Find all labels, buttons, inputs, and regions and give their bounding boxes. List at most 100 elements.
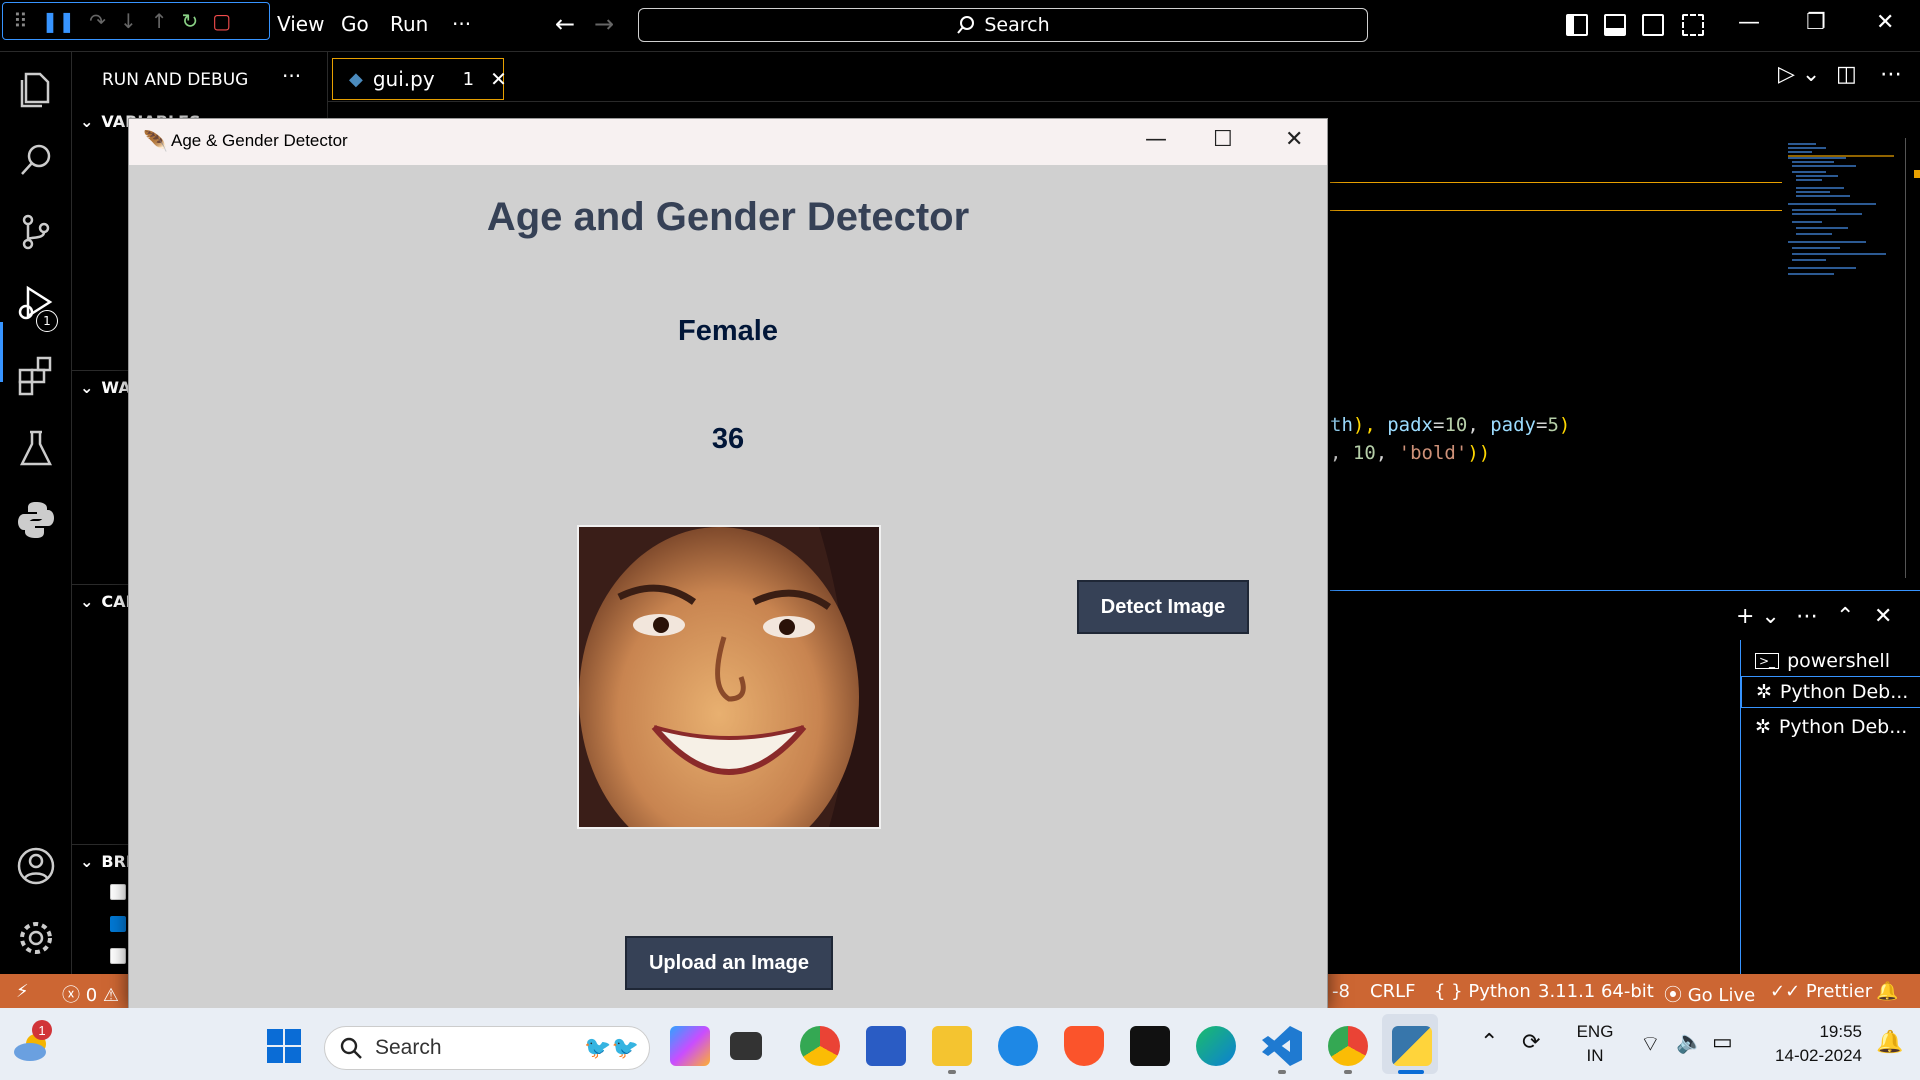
breakpoint-checkbox-checked[interactable] — [110, 916, 126, 932]
search-icon[interactable] — [14, 138, 58, 182]
edge-icon[interactable] — [1196, 1026, 1236, 1066]
taskbar-search[interactable]: Search 🐦🐦 — [324, 1026, 650, 1070]
remote-icon[interactable]: ⚡ — [16, 981, 29, 1002]
python-icon[interactable] — [14, 498, 58, 542]
eol-indicator[interactable]: CRLF — [1370, 981, 1415, 1002]
source-control-icon[interactable] — [14, 210, 58, 254]
input-language[interactable]: ENG — [1570, 1022, 1620, 1042]
close-icon[interactable]: ✕ — [490, 67, 507, 91]
close-panel-icon[interactable]: ✕ — [1874, 604, 1892, 629]
notifications-bell-icon[interactable]: 🔔 — [1876, 981, 1898, 1002]
active-view-indicator — [0, 322, 3, 382]
chrome-profile-icon[interactable] — [1328, 1026, 1368, 1066]
editor-tab-bar: ◆ gui.py 1 ✕ ▷ ⌄ ◫ ⋯ — [328, 52, 1920, 102]
drag-handle-icon[interactable]: ⠿ — [13, 11, 28, 31]
run-python-file-icon[interactable]: ▷ ⌄ — [1778, 62, 1820, 87]
chevron-down-icon: ⌄ — [80, 112, 94, 131]
language-mode[interactable]: { } Python — [1434, 981, 1531, 1002]
settings-gear-icon[interactable] — [14, 916, 58, 960]
encoding-tail[interactable]: -8 — [1332, 981, 1350, 1002]
editor-scrollbar[interactable] — [1905, 138, 1906, 578]
back-arrow-icon[interactable]: ← — [555, 10, 575, 38]
chrome-icon[interactable] — [800, 1026, 840, 1066]
windows-start-icon[interactable] — [266, 1028, 302, 1064]
maximize-icon[interactable]: ☐ — [1213, 127, 1233, 152]
code-line: th), padx=10, pady=5) — [1330, 414, 1570, 436]
get-help-icon[interactable] — [998, 1026, 1038, 1066]
menu-go[interactable]: Go — [341, 12, 369, 36]
terminal-item-powershell[interactable]: >_ powershell — [1755, 650, 1890, 672]
toggle-primary-sidebar-icon[interactable] — [1566, 14, 1588, 36]
code-token: = — [1432, 414, 1445, 436]
tab-problem-count: 1 — [462, 68, 475, 90]
pause-icon[interactable]: ❚❚ — [42, 11, 76, 31]
close-icon[interactable]: ✕ — [1285, 127, 1303, 152]
split-editor-icon[interactable]: ◫ — [1836, 62, 1857, 87]
debug-bug-icon: ✲ — [1756, 681, 1772, 703]
restore-icon[interactable]: ❐ — [1806, 10, 1826, 35]
step-over-icon[interactable]: ↷ — [89, 11, 106, 31]
copilot-icon[interactable] — [670, 1026, 710, 1066]
show-hidden-icons-icon[interactable]: ⌃ — [1480, 1030, 1498, 1055]
code-token: th — [1330, 414, 1353, 436]
terminal-list: >_ powershell ✲ Python Deb... ✲ Python D… — [1740, 640, 1920, 975]
sync-icon[interactable]: ⟳ — [1522, 1030, 1540, 1055]
upload-image-button[interactable]: Upload an Image — [625, 936, 833, 990]
tradingview-icon[interactable] — [1130, 1026, 1170, 1066]
sidebar-more-actions[interactable]: ··· — [282, 64, 301, 88]
restart-icon[interactable]: ↻ — [181, 11, 198, 31]
detect-image-button[interactable]: Detect Image — [1077, 580, 1249, 634]
code-token: , — [1330, 442, 1353, 464]
running-indicator — [948, 1070, 956, 1074]
go-live[interactable]: ⦿ Go Live — [1664, 981, 1755, 1007]
terminal-item-python-debug[interactable]: ✲ Python Deb... — [1755, 716, 1907, 738]
menu-run[interactable]: Run — [390, 12, 428, 36]
python-app-icon[interactable] — [1392, 1026, 1432, 1066]
accounts-icon[interactable] — [14, 844, 58, 888]
notification-bell-icon[interactable]: 🔔 — [1876, 1030, 1903, 1055]
toggle-panel-icon[interactable] — [1604, 14, 1626, 36]
explorer-icon[interactable] — [14, 66, 58, 110]
editor-more-icon[interactable]: ⋯ — [1880, 62, 1902, 87]
breakpoint-checkbox[interactable] — [110, 884, 126, 900]
maximize-panel-icon[interactable]: ⌃ — [1836, 604, 1854, 629]
volume-icon[interactable]: 🔈 — [1676, 1030, 1703, 1055]
tk-title-bar[interactable]: 🪶 Age & Gender Detector — ☐ ✕ — [129, 119, 1327, 165]
customize-layout-icon[interactable] — [1682, 14, 1704, 36]
step-out-icon[interactable]: ↑ — [151, 11, 168, 31]
testing-flask-icon[interactable] — [14, 426, 58, 470]
interpreter-version[interactable]: 3.11.1 64-bit — [1538, 981, 1654, 1002]
menu-view[interactable]: View — [277, 12, 324, 36]
minimap[interactable] — [1786, 138, 1896, 288]
extensions-icon[interactable] — [14, 354, 58, 398]
problems-indicator[interactable]: ⓧ 0 ⚠ — [62, 981, 119, 1007]
microsoft-store-icon[interactable] — [866, 1026, 906, 1066]
vscode-icon[interactable] — [1262, 1026, 1302, 1066]
file-explorer-icon[interactable] — [932, 1026, 972, 1066]
window-title: Age & Gender Detector — [171, 131, 348, 150]
command-center-search[interactable]: Search — [638, 8, 1368, 42]
new-terminal-icon[interactable]: + ⌄ — [1736, 604, 1780, 629]
menu-more[interactable]: ··· — [452, 12, 471, 36]
tab-gui-py[interactable]: ◆ gui.py 1 ✕ — [332, 58, 507, 100]
debug-bug-icon: ✲ — [1755, 716, 1771, 738]
step-into-icon[interactable]: ↓ — [120, 11, 137, 31]
terminal-item-python-debug[interactable]: ✲ Python Deb... — [1741, 676, 1920, 708]
clock-time[interactable]: 19:55 — [1752, 1022, 1862, 1042]
wifi-icon[interactable]: ⌔ — [1640, 1030, 1661, 1058]
minimize-icon[interactable]: — — [1145, 127, 1167, 152]
task-view-icon[interactable] — [730, 1032, 762, 1060]
panel-more-icon[interactable]: ⋯ — [1796, 604, 1818, 629]
breakpoint-checkbox[interactable] — [110, 948, 126, 964]
battery-icon[interactable]: ▭ — [1712, 1030, 1733, 1055]
toggle-secondary-sidebar-icon[interactable] — [1642, 14, 1664, 36]
close-icon[interactable]: ✕ — [1876, 10, 1894, 35]
forward-arrow-icon[interactable]: → — [594, 10, 614, 38]
minimize-icon[interactable]: — — [1738, 10, 1760, 35]
input-region[interactable]: IN — [1570, 1046, 1620, 1066]
brave-browser-icon[interactable] — [1064, 1026, 1104, 1066]
panel-border — [1330, 590, 1920, 591]
stop-icon[interactable]: ▢ — [212, 11, 231, 31]
prettier[interactable]: ✓✓ Prettier — [1770, 981, 1872, 1002]
clock-date[interactable]: 14-02-2024 — [1752, 1046, 1862, 1066]
